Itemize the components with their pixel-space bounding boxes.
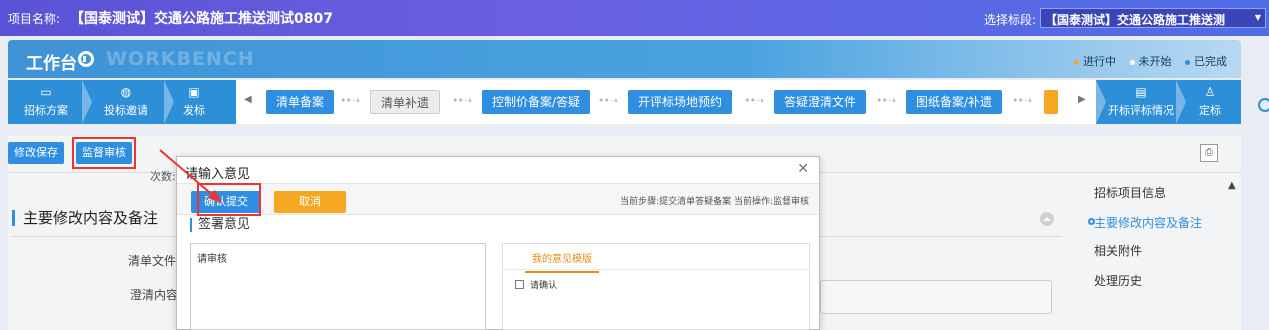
scroll-right-icon[interactable]: ▶ bbox=[1078, 94, 1086, 105]
nav-item-attachments[interactable]: 相关附件 bbox=[1094, 242, 1142, 259]
list-icon: ▤ bbox=[1135, 85, 1147, 99]
chevron-right-icon bbox=[1096, 80, 1106, 124]
template-item[interactable]: 请确认 bbox=[515, 278, 557, 291]
step-label: 定标 bbox=[1199, 104, 1221, 117]
flow-arrow-icon: ••➝ bbox=[1012, 94, 1032, 107]
doc-icon: ▣ bbox=[188, 85, 200, 99]
highlight-box bbox=[72, 137, 136, 169]
checkbox-icon[interactable] bbox=[515, 280, 524, 289]
chat-icon: ◍ bbox=[120, 85, 132, 99]
section-title: 主要修改内容及备注 bbox=[12, 210, 158, 226]
flow-arrow-icon: ••➝ bbox=[452, 94, 472, 107]
chevron-down-icon: ▼ bbox=[1254, 13, 1261, 22]
chevron-right-icon bbox=[1176, 80, 1186, 124]
nav-item-project-info[interactable]: 招标项目信息 bbox=[1094, 184, 1166, 201]
workbench-header: 工作台 WORKBENCH 进行中 未开始 已完成 bbox=[8, 40, 1241, 78]
collapse-icon[interactable] bbox=[1040, 212, 1054, 226]
active-marker-icon bbox=[1088, 218, 1095, 225]
save-button[interactable]: 修改保存 bbox=[8, 142, 64, 164]
step-partial-hidden[interactable] bbox=[1044, 90, 1058, 114]
help-icon[interactable] bbox=[1258, 98, 1269, 112]
section-select-label: 选择标段: bbox=[984, 13, 1037, 27]
legend-in-progress: 进行中 bbox=[1074, 55, 1116, 68]
project-name-label: 项目名称: bbox=[8, 12, 61, 26]
step-kaibiao-pingbiao[interactable]: ▤ 开标评标情况 bbox=[1106, 80, 1176, 124]
close-icon[interactable]: ✕ bbox=[797, 161, 809, 177]
highlight-box bbox=[197, 183, 261, 216]
current-step-status: 当前步骤:提交清单答疑备案 当前操作:监督审核 bbox=[620, 197, 809, 207]
chevron-right-icon bbox=[164, 80, 174, 124]
field-label-chengqing: 澄清内容: bbox=[130, 288, 183, 302]
section-select[interactable]: 【国泰测试】交通公路施工推送测 ▼ bbox=[1040, 8, 1266, 28]
opinion-textarea[interactable]: 请审核 bbox=[190, 243, 486, 330]
step-zhaobiao-fangan[interactable]: ▭ 招标方案 bbox=[14, 80, 78, 124]
count-label: 次数: bbox=[150, 170, 176, 183]
opinion-text: 请审核 bbox=[197, 254, 227, 265]
sign-opinion-title: 签署意见 bbox=[190, 218, 250, 232]
step-dayi-chengqing[interactable]: 答疑澄清文件 bbox=[774, 90, 867, 114]
workbench-title: 工作台 bbox=[26, 54, 77, 74]
step-qingdan-beian[interactable]: 清单备案 bbox=[266, 90, 335, 114]
flow-arrow-icon: ••➝ bbox=[340, 94, 360, 107]
power-icon bbox=[78, 51, 94, 67]
legend-not-started: 未开始 bbox=[1129, 55, 1172, 68]
legend-completed: 已完成 bbox=[1185, 55, 1227, 68]
opinion-template-panel: 我的意见模版 请确认 bbox=[502, 243, 810, 330]
step-fabiao[interactable]: ▣ 发标 bbox=[174, 80, 214, 124]
step-kongzhijia-beian[interactable]: 控制价备案/答疑 bbox=[482, 90, 591, 114]
cancel-button[interactable]: 取消 bbox=[274, 191, 346, 213]
template-item-label: 请确认 bbox=[530, 281, 558, 291]
top-header-bar: 项目名称: 【国泰测试】交通公路施工推送测试0807 选择标段: 【国泰测试】交… bbox=[0, 0, 1269, 36]
project-name: 【国泰测试】交通公路施工推送测试0807 bbox=[70, 11, 333, 27]
chevron-right-icon bbox=[82, 80, 92, 124]
flow-arrow-icon: ••➝ bbox=[744, 94, 764, 107]
status-legend: 进行中 未开始 已完成 bbox=[1064, 53, 1227, 69]
clarify-content-input[interactable] bbox=[820, 280, 1052, 314]
step-toubiao-yaoqing[interactable]: ◍ 投标邀请 bbox=[92, 80, 160, 124]
nav-item-main-changes[interactable]: 主要修改内容及备注 bbox=[1088, 214, 1203, 231]
field-label-qingdan: 清单文件: bbox=[128, 254, 181, 268]
nav-item-label: 主要修改内容及备注 bbox=[1094, 216, 1203, 230]
workbench-watermark: WORKBENCH bbox=[106, 48, 255, 70]
pdf-icon[interactable]: ⎙ bbox=[1200, 144, 1218, 162]
step-label: 发标 bbox=[183, 104, 205, 117]
tab-divider bbox=[503, 269, 809, 270]
step-label: 招标方案 bbox=[24, 104, 68, 117]
step-qingdan-buyi[interactable]: 清单补遗 bbox=[370, 90, 441, 114]
flow-arrow-icon: ••➝ bbox=[598, 94, 618, 107]
scroll-up-icon[interactable]: ▲ bbox=[1228, 180, 1236, 191]
person-icon: ♙ bbox=[1204, 85, 1216, 99]
step-label: 开标评标情况 bbox=[1108, 104, 1174, 117]
step-tuzhi-beian[interactable]: 图纸备案/补遗 bbox=[906, 90, 1003, 114]
process-step-bar: ▭ 招标方案 ◍ 投标邀请 ▣ 发标 ◀ 清单备案 ••➝ 清单补遗 ••➝ 控… bbox=[8, 80, 1241, 124]
monitor-icon: ▭ bbox=[40, 85, 52, 99]
dialog-title: 请输入意见 bbox=[185, 167, 251, 182]
nav-item-history[interactable]: 处理历史 bbox=[1094, 272, 1142, 289]
scroll-left-icon[interactable]: ◀ bbox=[244, 94, 252, 105]
step-label: 投标邀请 bbox=[104, 104, 148, 117]
step-changdi-yuyue[interactable]: 开评标场地预约 bbox=[628, 90, 733, 114]
section-select-value: 【国泰测试】交通公路施工推送测 bbox=[1045, 13, 1226, 27]
step-dingbiao[interactable]: ♙ 定标 bbox=[1188, 80, 1232, 124]
flow-arrow-icon: ••➝ bbox=[876, 94, 896, 107]
middle-steps-strip: ◀ 清单备案 ••➝ 清单补遗 ••➝ 控制价备案/答疑 ••➝ 开评标场地预约… bbox=[236, 80, 1096, 124]
